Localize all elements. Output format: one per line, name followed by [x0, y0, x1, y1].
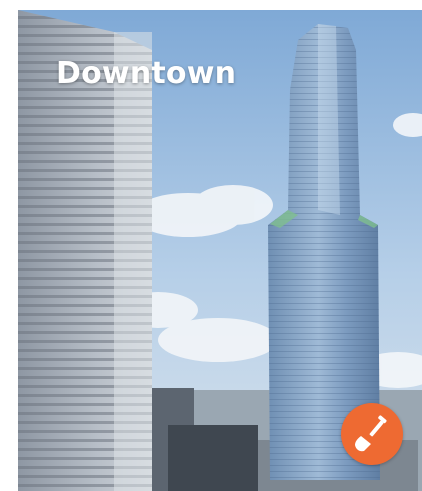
shovel-icon	[355, 415, 387, 452]
construction-badge	[341, 403, 403, 465]
card-title: Downtown	[56, 56, 237, 91]
